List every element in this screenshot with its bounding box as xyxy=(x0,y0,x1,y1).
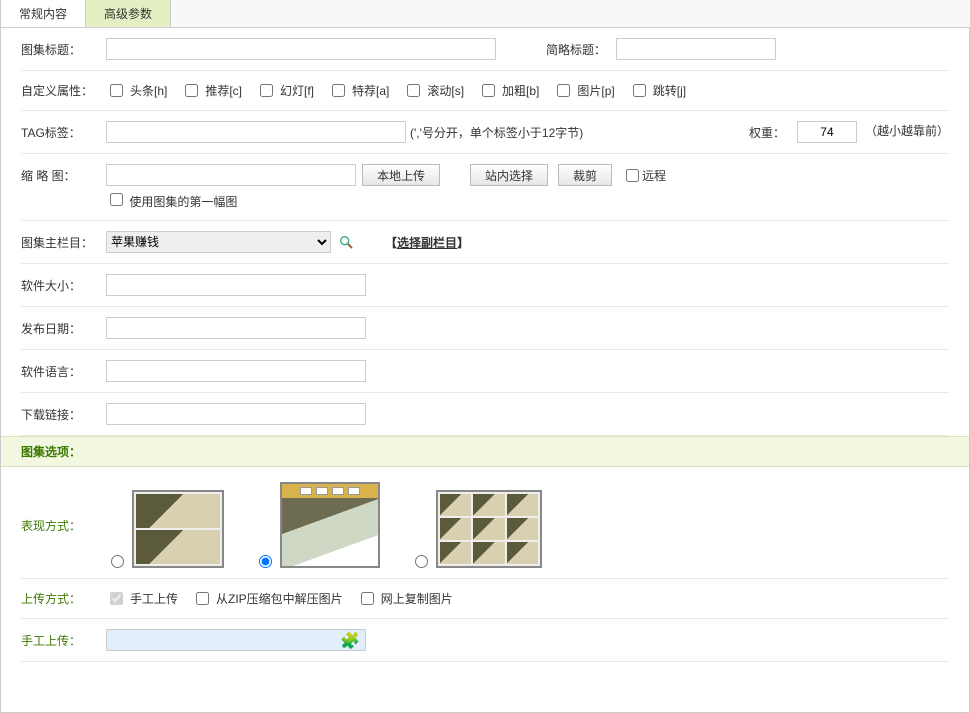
label-simple-title: 简略标题： xyxy=(546,41,606,58)
local-upload-button[interactable]: 本地上传 xyxy=(362,164,440,186)
gallery-options-heading: 图集选项： xyxy=(1,436,969,467)
label-main-column: 图集主栏目： xyxy=(21,234,106,251)
display-mode-grid-preview xyxy=(436,490,542,568)
attr-scroll-label: 滚动[s] xyxy=(427,82,464,99)
weight-input[interactable] xyxy=(797,121,857,143)
site-select-button[interactable]: 站内选择 xyxy=(470,164,548,186)
attr-jump-label: 跳转[j] xyxy=(653,82,686,99)
label-tag: TAG标签： xyxy=(21,124,106,141)
weight-hint: （越小越靠前） xyxy=(865,122,949,141)
label-download: 下载链接： xyxy=(21,406,106,423)
label-lang: 软件语言： xyxy=(21,363,106,380)
download-link-input[interactable] xyxy=(106,403,366,425)
label-upload-method: 上传方式： xyxy=(21,590,106,607)
main-column-select[interactable]: 苹果赚钱 xyxy=(106,231,331,253)
remote-checkbox[interactable] xyxy=(626,169,639,182)
use-first-image-label: 使用图集的第一幅图 xyxy=(129,195,237,209)
display-mode-grid-radio[interactable] xyxy=(415,555,428,568)
upload-web-label: 网上复制图片 xyxy=(381,590,453,607)
attr-recommend-label: 推荐[c] xyxy=(205,82,242,99)
attr-slide-checkbox[interactable] xyxy=(260,84,273,97)
simple-title-input[interactable] xyxy=(616,38,776,60)
upload-manual-checkbox[interactable] xyxy=(110,592,123,605)
upload-zip-checkbox[interactable] xyxy=(196,592,209,605)
sub-column-link[interactable]: 【选择副栏目】 xyxy=(385,234,469,251)
label-attrs: 自定义属性： xyxy=(21,82,106,99)
upload-web-checkbox[interactable] xyxy=(361,592,374,605)
attr-slide-label: 幻灯[f] xyxy=(280,82,314,99)
attr-recommend-checkbox[interactable] xyxy=(185,84,198,97)
label-manual-upload: 手工上传： xyxy=(21,632,106,649)
tab-normal[interactable]: 常规内容 xyxy=(0,0,85,27)
attr-headline-checkbox[interactable] xyxy=(110,84,123,97)
use-first-image-checkbox[interactable] xyxy=(110,193,123,206)
label-date: 发布日期： xyxy=(21,320,106,337)
attr-bold-label: 加粗[b] xyxy=(502,82,539,99)
gallery-title-input[interactable] xyxy=(106,38,496,60)
display-mode-stack-radio[interactable] xyxy=(111,555,124,568)
plugin-icon: 🧩 xyxy=(340,631,360,651)
software-size-input[interactable] xyxy=(106,274,366,296)
attr-image-checkbox[interactable] xyxy=(557,84,570,97)
crop-button[interactable]: 裁剪 xyxy=(558,164,612,186)
magnifier-icon[interactable] xyxy=(337,233,355,251)
attr-jump-checkbox[interactable] xyxy=(633,84,646,97)
attr-bold-checkbox[interactable] xyxy=(482,84,495,97)
label-weight: 权重： xyxy=(749,124,785,141)
label-display-mode: 表现方式： xyxy=(21,517,106,534)
attr-headline-label: 头条[h] xyxy=(130,82,167,99)
attr-scroll-checkbox[interactable] xyxy=(407,84,420,97)
upload-manual-label: 手工上传 xyxy=(130,590,178,607)
software-language-input[interactable] xyxy=(106,360,366,382)
attr-image-label: 图片[p] xyxy=(577,82,614,99)
thumb-input[interactable] xyxy=(106,164,356,186)
label-thumb: 缩 略 图： xyxy=(21,167,106,184)
remote-label: 远程 xyxy=(642,167,666,184)
publish-date-input[interactable] xyxy=(106,317,366,339)
label-size: 软件大小： xyxy=(21,277,106,294)
attr-special-checkbox[interactable] xyxy=(332,84,345,97)
attr-special-label: 特荐[a] xyxy=(352,82,389,99)
tag-hint: (','号分开，单个标签小于12字节) xyxy=(410,124,583,141)
upload-zip-label: 从ZIP压缩包中解压图片 xyxy=(216,590,343,607)
label-title: 图集标题： xyxy=(21,41,106,58)
tab-advanced[interactable]: 高级参数 xyxy=(85,0,171,27)
display-mode-stack-preview xyxy=(132,490,224,568)
display-mode-single-preview xyxy=(280,482,380,568)
tag-input[interactable] xyxy=(106,121,406,143)
display-mode-single-radio[interactable] xyxy=(259,555,272,568)
manual-upload-input[interactable] xyxy=(106,629,366,651)
